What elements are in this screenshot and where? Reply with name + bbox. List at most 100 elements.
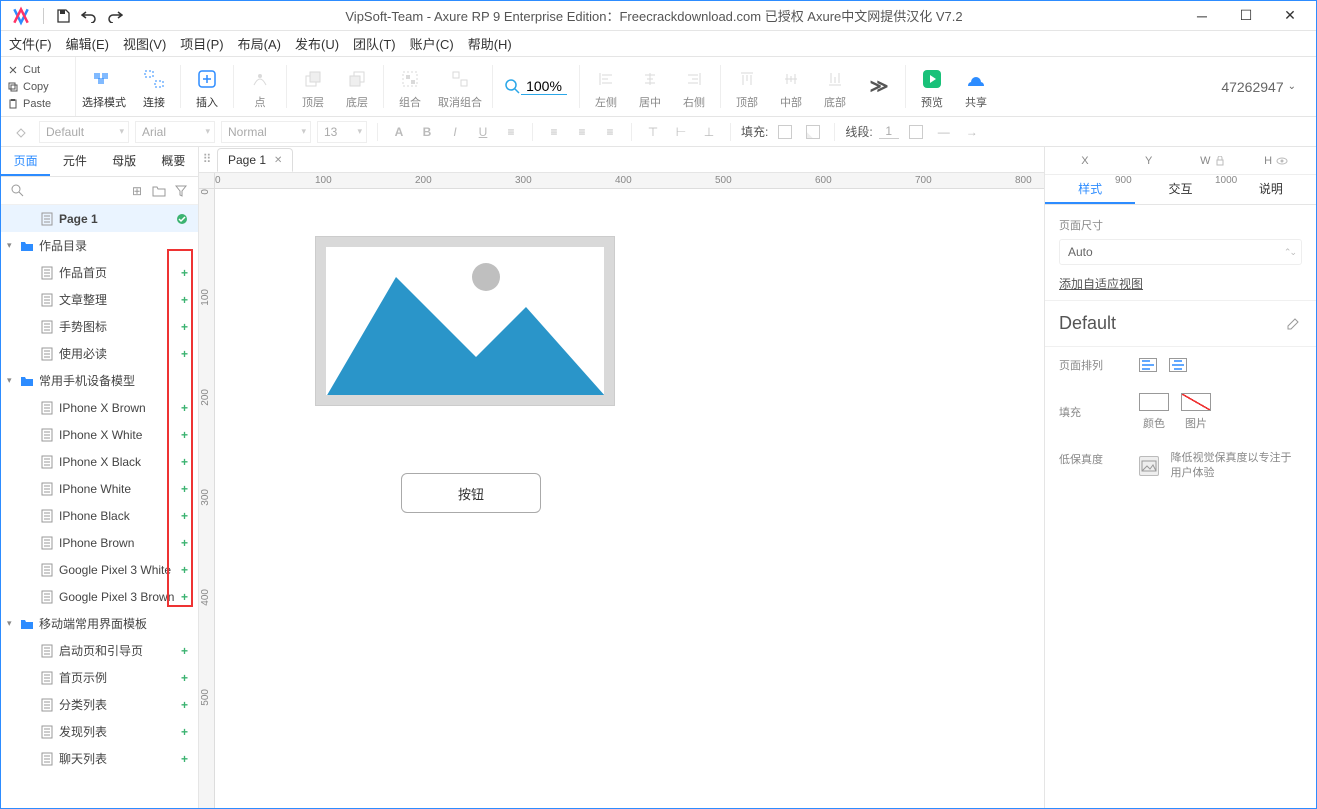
group-button[interactable]: 组合	[388, 57, 432, 116]
tree-page[interactable]: IPhone White+	[1, 475, 198, 502]
send-back-button[interactable]: 底层	[335, 57, 379, 116]
tree-page[interactable]: IPhone X Black+	[1, 448, 198, 475]
add-folder-icon[interactable]	[148, 180, 170, 202]
align-top-button[interactable]: 顶部	[725, 57, 769, 116]
tree-page[interactable]: 发现列表+	[1, 718, 198, 745]
fill-image-icon[interactable]	[802, 121, 824, 143]
tree-page[interactable]: IPhone X Brown+	[1, 394, 198, 421]
menu-project[interactable]: 项目(P)	[180, 34, 223, 53]
tree-folder[interactable]: ▾常用手机设备模型	[1, 367, 198, 394]
align-right-text-icon[interactable]: ≡	[599, 121, 621, 143]
add-icon[interactable]: +	[181, 347, 188, 361]
stroke-style-icon[interactable]: —	[933, 121, 955, 143]
menu-view[interactable]: 视图(V)	[123, 34, 166, 53]
add-icon[interactable]: +	[181, 671, 188, 685]
tree-page[interactable]: 首页示例+	[1, 664, 198, 691]
align-left-text-icon[interactable]: ≡	[543, 121, 565, 143]
visibility-icon[interactable]	[1276, 156, 1288, 166]
tree-page[interactable]: 聊天列表+	[1, 745, 198, 772]
align-left-button[interactable]: 左侧	[584, 57, 628, 116]
add-icon[interactable]: +	[181, 590, 188, 604]
add-icon[interactable]: +	[181, 644, 188, 658]
tab-outline[interactable]: 概要	[149, 147, 198, 176]
fill-color-swatch[interactable]	[1139, 393, 1169, 411]
maximize-button[interactable]: ☐	[1224, 2, 1268, 30]
menu-account[interactable]: 账户(C)	[410, 34, 454, 53]
canvas[interactable]: 按钮	[215, 189, 1044, 808]
add-adaptive-view-link[interactable]: 添加自适应视图	[1059, 275, 1143, 292]
close-button[interactable]: ✕	[1268, 2, 1312, 30]
point-button[interactable]: 点	[238, 57, 282, 116]
tree-folder[interactable]: ▾移动端常用界面模板	[1, 610, 198, 637]
fill-image-swatch[interactable]	[1181, 393, 1211, 411]
align-middle-button[interactable]: 中部	[769, 57, 813, 116]
underline-icon[interactable]: U	[472, 121, 494, 143]
account-dropdown[interactable]: 47262947⌄	[1213, 79, 1304, 95]
add-icon[interactable]: +	[181, 752, 188, 766]
italic-icon[interactable]: I	[444, 121, 466, 143]
insert-button[interactable]: 插入	[185, 57, 229, 116]
select-mode-button[interactable]: 选择模式	[76, 57, 132, 116]
valign-mid-icon[interactable]: ⊢	[670, 121, 692, 143]
copy-button[interactable]: Copy	[7, 79, 69, 95]
tree-page[interactable]: IPhone Black+	[1, 502, 198, 529]
search-icon[interactable]	[7, 180, 29, 202]
tree-page[interactable]: 文章整理+	[1, 286, 198, 313]
tree-page[interactable]: Page 1	[1, 205, 198, 232]
close-tab-icon[interactable]: ✕	[274, 155, 282, 166]
align-right-button[interactable]: 右侧	[672, 57, 716, 116]
stroke-width[interactable]: 1	[879, 124, 899, 139]
size-select[interactable]: 13	[317, 121, 367, 143]
add-icon[interactable]: +	[181, 563, 188, 577]
add-icon[interactable]: +	[181, 536, 188, 550]
style-painter-icon[interactable]	[11, 121, 33, 143]
connect-button[interactable]: 连接	[132, 57, 176, 116]
align-bottom-button[interactable]: 底部	[813, 57, 857, 116]
tree-page[interactable]: IPhone Brown+	[1, 529, 198, 556]
tab-widget[interactable]: 元件	[50, 147, 99, 176]
add-icon[interactable]: +	[181, 509, 188, 523]
valign-bot-icon[interactable]: ⊥	[698, 121, 720, 143]
add-icon[interactable]: +	[181, 293, 188, 307]
stroke-arrow-icon[interactable]: →	[961, 121, 983, 143]
bold-icon[interactable]: B	[416, 121, 438, 143]
tree-page[interactable]: 作品首页+	[1, 259, 198, 286]
preset-select[interactable]: Default	[39, 121, 129, 143]
menu-edit[interactable]: 编辑(E)	[66, 34, 109, 53]
tab-interact[interactable]: 交互	[1135, 175, 1225, 204]
minimize-button[interactable]: ─	[1180, 2, 1224, 30]
preview-button[interactable]: 预览	[910, 57, 954, 116]
menu-publish[interactable]: 发布(U)	[295, 34, 339, 53]
add-icon[interactable]: +	[181, 428, 188, 442]
tree-page[interactable]: Google Pixel 3 White+	[1, 556, 198, 583]
fill-color-icon[interactable]	[774, 121, 796, 143]
tab-page[interactable]: 页面	[1, 147, 50, 176]
redo-icon[interactable]	[102, 5, 128, 27]
tab-notes[interactable]: 说明	[1226, 175, 1316, 204]
align-center-text-icon[interactable]: ≡	[571, 121, 593, 143]
tree-folder[interactable]: ▾作品目录	[1, 232, 198, 259]
align-left-page-icon[interactable]	[1139, 358, 1157, 372]
zoom-input[interactable]	[521, 78, 567, 95]
button-widget[interactable]: 按钮	[401, 473, 541, 513]
tree-page[interactable]: IPhone X White+	[1, 421, 198, 448]
tab-handle-icon[interactable]: ⠿	[199, 146, 215, 172]
menu-arrange[interactable]: 布局(A)	[238, 34, 281, 53]
canvas-tab[interactable]: Page 1 ✕	[217, 148, 293, 172]
add-icon[interactable]: +	[181, 725, 188, 739]
undo-icon[interactable]	[76, 5, 102, 27]
cut-button[interactable]: Cut	[7, 62, 69, 78]
align-center-button[interactable]: 居中	[628, 57, 672, 116]
share-button[interactable]: 共享	[954, 57, 998, 116]
align-center-page-icon[interactable]	[1169, 358, 1187, 372]
tree-page[interactable]: 手势图标+	[1, 313, 198, 340]
font-color-icon[interactable]: A	[388, 121, 410, 143]
ungroup-button[interactable]: 取消组合	[432, 57, 488, 116]
menu-team[interactable]: 团队(T)	[353, 34, 396, 53]
add-icon[interactable]: +	[181, 482, 188, 496]
lock-icon[interactable]	[1215, 156, 1225, 166]
menu-file[interactable]: 文件(F)	[9, 34, 52, 53]
add-icon[interactable]: +	[181, 266, 188, 280]
add-page-icon[interactable]: ⊞	[126, 180, 148, 202]
valign-top-icon[interactable]: ⊤	[642, 121, 664, 143]
